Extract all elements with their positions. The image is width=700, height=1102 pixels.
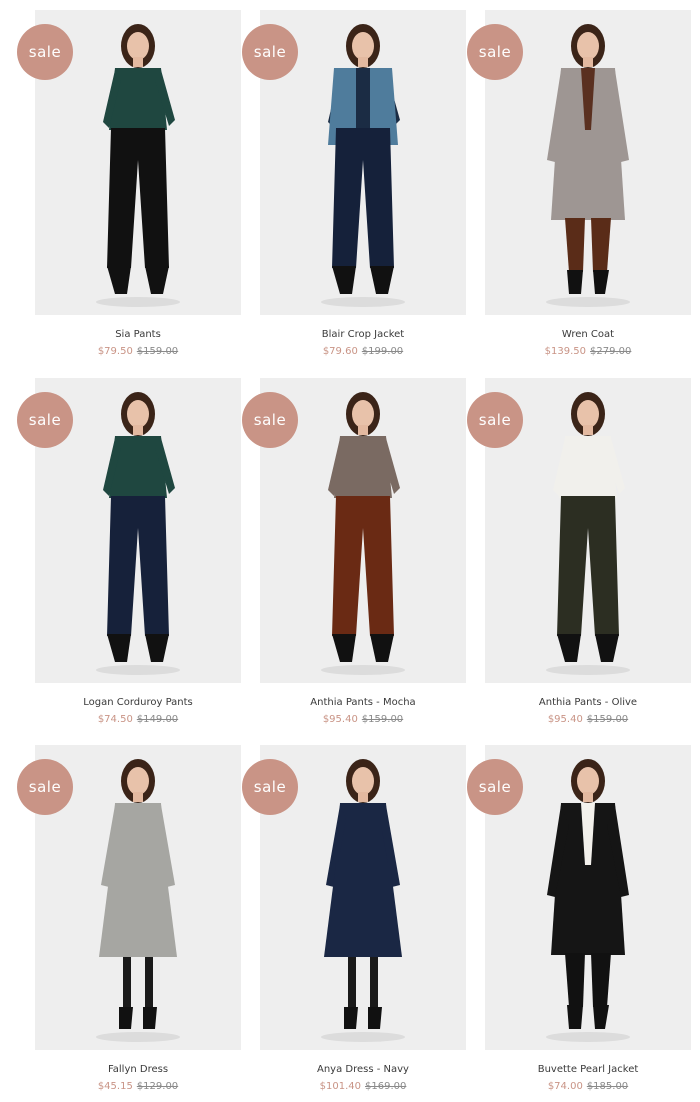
- sale-price: $45.15: [97, 1081, 133, 1092]
- sale-badge: sale: [242, 24, 298, 80]
- sale-badge: sale: [242, 392, 298, 448]
- product-prices: $101.40 $169.00: [260, 1081, 466, 1092]
- product-card[interactable]: sale Anthia Pants - Mocha $95.40 $159.00: [242, 378, 466, 728]
- sale-price: $95.40: [322, 714, 358, 725]
- product-card[interactable]: sale Anya Dress - Navy $101.40 $169.00: [242, 745, 466, 1095]
- product-prices: $95.40 $159.00: [260, 714, 466, 725]
- sale-badge: sale: [17, 759, 73, 815]
- product-prices: $79.50 $159.00: [35, 346, 241, 357]
- sale-badge: sale: [17, 24, 73, 80]
- original-price: $169.00: [365, 1081, 407, 1092]
- product-name[interactable]: Anthia Pants - Mocha: [260, 697, 466, 708]
- product-prices: $74.50 $149.00: [35, 714, 241, 725]
- product-grid: sale Sia Pants $79.50 $159.00 sale Blair Crop…: [0, 0, 700, 1102]
- original-price: $159.00: [361, 714, 404, 725]
- product-name[interactable]: Fallyn Dress: [35, 1064, 241, 1075]
- product-name[interactable]: Anya Dress - Navy: [260, 1064, 466, 1075]
- product-card[interactable]: sale Blair Crop Jacket $79.60 $199.00: [242, 10, 466, 360]
- original-price: $149.00: [136, 714, 179, 725]
- sale-price: $139.50: [544, 346, 586, 357]
- product-name[interactable]: Buvette Pearl Jacket: [485, 1064, 691, 1075]
- product-card[interactable]: sale Logan Corduroy Pants $74.50 $149.00: [17, 378, 241, 728]
- sale-price: $74.00: [547, 1081, 583, 1092]
- product-card[interactable]: sale Wren Coat $139.50 $279.00: [467, 10, 691, 360]
- product-name[interactable]: Sia Pants: [35, 329, 241, 340]
- sale-price: $101.40: [319, 1081, 361, 1092]
- product-prices: $95.40 $159.00: [485, 714, 691, 725]
- sale-badge: sale: [17, 392, 73, 448]
- product-prices: $74.00 $185.00: [485, 1081, 691, 1092]
- product-card[interactable]: sale Anthia Pants - Olive $95.40 $159.00: [467, 378, 691, 728]
- product-card[interactable]: sale Sia Pants $79.50 $159.00: [17, 10, 241, 360]
- product-prices: $139.50 $279.00: [485, 346, 691, 357]
- product-name[interactable]: Logan Corduroy Pants: [35, 697, 241, 708]
- sale-price: $95.40: [547, 714, 583, 725]
- product-name[interactable]: Blair Crop Jacket: [260, 329, 466, 340]
- product-card[interactable]: sale Fallyn Dress $45.15 $129.00: [17, 745, 241, 1095]
- product-prices: $45.15 $129.00: [35, 1081, 241, 1092]
- original-price: $129.00: [136, 1081, 179, 1092]
- product-name[interactable]: Wren Coat: [485, 329, 691, 340]
- product-card[interactable]: sale Buvette Pearl Jacket $74.00 $185.00: [467, 745, 691, 1095]
- sale-badge: sale: [242, 759, 298, 815]
- product-prices: $79.60 $199.00: [260, 346, 466, 357]
- product-name[interactable]: Anthia Pants - Olive: [485, 697, 691, 708]
- sale-price: $74.50: [97, 714, 133, 725]
- sale-badge: sale: [467, 392, 523, 448]
- original-price: $159.00: [586, 714, 629, 725]
- sale-badge: sale: [467, 759, 523, 815]
- original-price: $185.00: [586, 1081, 629, 1092]
- sale-price: $79.60: [322, 346, 358, 357]
- original-price: $279.00: [590, 346, 632, 357]
- original-price: $159.00: [136, 346, 179, 357]
- original-price: $199.00: [361, 346, 404, 357]
- sale-badge: sale: [467, 24, 523, 80]
- sale-price: $79.50: [97, 346, 133, 357]
